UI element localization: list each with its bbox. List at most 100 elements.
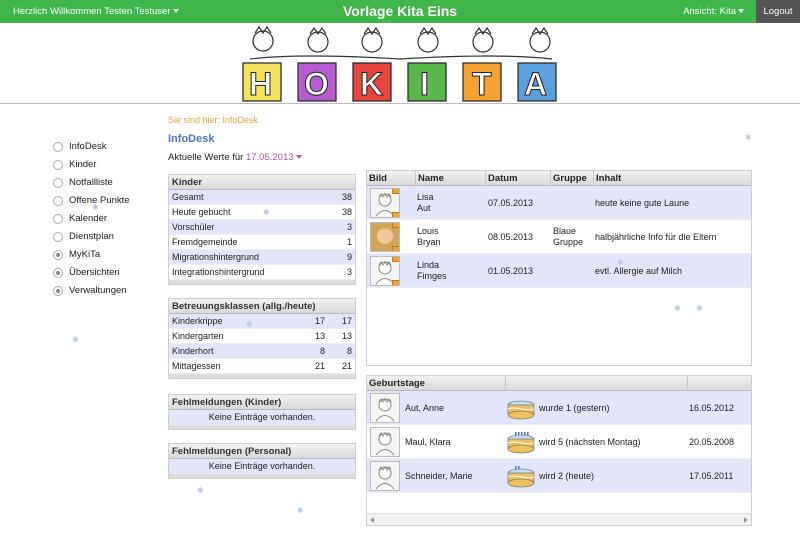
avatar[interactable]	[370, 393, 400, 423]
row-label: Heute gebucht	[172, 207, 231, 217]
birthday-date: 16.05.2012	[689, 403, 735, 413]
column-header[interactable]: Datum	[485, 171, 550, 186]
mail-icon	[392, 212, 399, 217]
row-value: 9	[346, 252, 352, 262]
row-value-general: 13	[314, 331, 325, 341]
radio-icon	[53, 160, 63, 170]
radio-icon	[53, 232, 63, 242]
row-value-general: 8	[319, 346, 325, 356]
row-value-today: 13	[341, 331, 352, 341]
column-header[interactable]: Inhalt	[593, 171, 753, 186]
sidebar-item-label: MyKiTa	[69, 249, 101, 260]
sidebar-item-mykita[interactable]: MyKiTa	[53, 249, 130, 267]
child-first-name: Linda	[417, 260, 440, 270]
notes-table-header: Bild Name Datum Gruppe Inhalt	[367, 171, 751, 186]
birthdays-panel: Geburtstage Aut, Anne wurde 1 (gestern) 16…	[366, 375, 752, 526]
logout-button[interactable]: Logout	[756, 0, 800, 23]
scroll-right-icon[interactable]	[744, 517, 748, 523]
table-row: Integrationshintergrund 3	[169, 265, 355, 280]
sidebar-item-offene-punkte[interactable]: Offene Punkte	[53, 195, 130, 213]
sidebar-item-verwaltungen[interactable]: Verwaltungen	[53, 285, 130, 303]
logo-letter-blocks-icon	[242, 62, 557, 102]
birthday-name: Schneider, Marie	[405, 471, 473, 481]
note-date: 07.05.2013	[488, 197, 534, 208]
hokita-banner: H O K I T A	[0, 23, 800, 103]
birthdays-title: Geburtstage	[369, 378, 425, 389]
scroll-left-icon[interactable]	[370, 517, 374, 523]
row-value: 3	[346, 267, 352, 277]
child-last-name: Fimges	[417, 271, 447, 281]
birthday-text: wird 5 (nächsten Montag)	[539, 437, 641, 447]
avatar[interactable]	[370, 222, 400, 252]
group-line-1: Blaue	[553, 226, 577, 236]
logo-letter: I	[420, 66, 429, 102]
kinder-panel-title: Kinder	[169, 175, 355, 190]
radio-icon	[53, 214, 63, 224]
note-date: 08.05.2013	[488, 231, 534, 242]
betreuung-panel-title: Betreuungsklassen (allg./heute)	[169, 299, 355, 314]
snowflake-icon: ✱	[745, 133, 752, 142]
group-line-2: Gruppe	[553, 237, 584, 247]
row-label: Fremdgemeinde	[172, 237, 238, 247]
sidebar-item-notfallliste[interactable]: Notfallliste	[53, 177, 130, 195]
banner-divider	[0, 103, 800, 104]
sidebar-item-übersichten[interactable]: Übersichten	[53, 267, 130, 285]
row-value: 1	[346, 237, 352, 247]
child-first-name: Louis	[417, 226, 439, 236]
sidebar-item-label: Dienstplan	[69, 231, 114, 242]
fehlmeldungen-kinder-panel: Fehlmeldungen (Kinder) Keine Einträge vo…	[168, 394, 356, 430]
page-title: InfoDesk	[168, 133, 215, 145]
row-label: Kindergarten	[172, 331, 224, 341]
sidebar-item-label: Kinder	[69, 159, 97, 170]
birthdays-header: Geburtstage	[367, 376, 751, 391]
row-label: Migrationshintergrund	[172, 252, 260, 262]
avatar[interactable]	[370, 461, 400, 491]
snowflake-icon: ✱	[72, 335, 79, 344]
mail-icon	[392, 246, 399, 251]
table-row: Kinderkrippe 17 17	[169, 314, 355, 329]
fehlmeldungen-personal-panel: Fehlmeldungen (Personal) Keine Einträge …	[168, 443, 356, 479]
horizontal-scrollbar[interactable]	[367, 513, 751, 525]
note-date: 01.05.2013	[488, 265, 534, 276]
sidebar-item-dienstplan[interactable]: Dienstplan	[53, 231, 130, 249]
sidebar-item-infodesk[interactable]: InfoDesk	[53, 141, 130, 159]
table-row[interactable]: Louis Bryan 08.05.2013 Blaue Gruppe halbjährl…	[367, 220, 751, 254]
sidebar-item-label: Übersichten	[69, 267, 120, 278]
birthday-row[interactable]: Aut, Anne wurde 1 (gestern) 16.05.2012	[367, 391, 751, 425]
row-value-today: 17	[341, 316, 352, 326]
column-header[interactable]: Gruppe	[550, 171, 593, 186]
table-row[interactable]: Lisa Aut 07.05.2013 heute keine gute Laune	[367, 186, 751, 220]
row-label: Vorschüler	[172, 222, 215, 232]
child-first-name: Lisa	[417, 192, 434, 202]
birthday-row[interactable]: Maul, Klara wird 5 (nächsten Montag) 20.05…	[367, 425, 751, 459]
column-header[interactable]: Bild	[367, 171, 415, 186]
view-selector[interactable]: Ansicht: Kita	[683, 6, 744, 17]
snowflake-icon: ✱	[297, 506, 304, 515]
date-picker[interactable]: 17.05.2013	[246, 152, 302, 163]
user-menu[interactable]: Herzlich Willkommen Testen Testuser	[13, 6, 179, 17]
row-value-general: 17	[314, 316, 325, 326]
birthday-name: Maul, Klara	[405, 437, 451, 447]
table-row: Vorschüler 3	[169, 220, 355, 235]
sidebar-item-kalender[interactable]: Kalender	[53, 213, 130, 231]
birthday-cake-icon	[507, 400, 535, 420]
row-value: 3	[346, 222, 352, 232]
row-label: Integrationshintergrund	[172, 267, 265, 277]
avatar[interactable]	[370, 188, 400, 218]
birthday-row[interactable]: Schneider, Marie wird 2 (heute) 17.05.2011	[367, 459, 751, 493]
logo-letters: H O K I T A	[249, 66, 548, 103]
sidebar-item-label: Verwaltungen	[69, 285, 127, 296]
sidebar-item-label: InfoDesk	[69, 141, 107, 152]
betreuung-panel: Betreuungsklassen (allg./heute) Kinderkr…	[168, 298, 356, 379]
row-value: 38	[341, 192, 352, 202]
birthday-cake-icon	[507, 466, 535, 488]
table-row[interactable]: Linda Fimges 01.05.2013 evtl. Allergie auf …	[367, 254, 751, 288]
avatar[interactable]	[370, 256, 400, 286]
sidebar-item-kinder[interactable]: Kinder	[53, 159, 130, 177]
row-label: Kinderkrippe	[172, 316, 223, 326]
table-row: Fremdgemeinde 1	[169, 235, 355, 250]
column-header[interactable]: Name	[415, 171, 485, 186]
welcome-text: Herzlich Willkommen Testen Testuser	[13, 6, 171, 17]
table-row: Migrationshintergrund 9	[169, 250, 355, 265]
avatar[interactable]	[370, 427, 400, 457]
